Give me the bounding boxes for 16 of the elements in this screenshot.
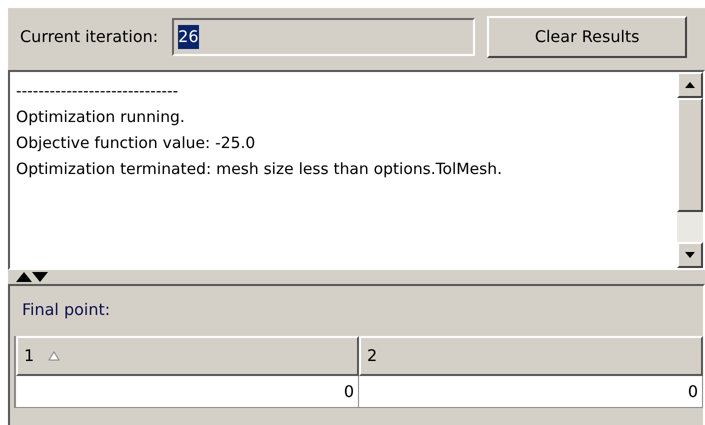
column-header[interactable]: 2 — [359, 336, 703, 376]
final-point-label: Final point: — [22, 300, 110, 319]
table-cell: 0 — [16, 376, 359, 408]
output-line: ----------------------------- — [16, 81, 180, 102]
scrollbar[interactable] — [677, 72, 703, 268]
splitter-arrows-icon[interactable] — [16, 272, 50, 282]
iteration-field[interactable]: 26 — [172, 18, 476, 56]
table-cell: 0 — [359, 376, 703, 408]
output-line: Optimization running. — [16, 107, 186, 128]
clear-results-button[interactable]: Clear Results — [487, 16, 688, 58]
column-header[interactable]: 1 — [16, 336, 359, 376]
scroll-up-icon[interactable] — [685, 82, 695, 88]
scroll-down-icon[interactable] — [685, 252, 695, 258]
iteration-label: Current iteration: — [20, 26, 158, 48]
output-line: Optimization terminated: mesh size less than options.TolMesh. — [16, 159, 504, 180]
output-line: Objective function value: -25.0 — [16, 133, 256, 154]
